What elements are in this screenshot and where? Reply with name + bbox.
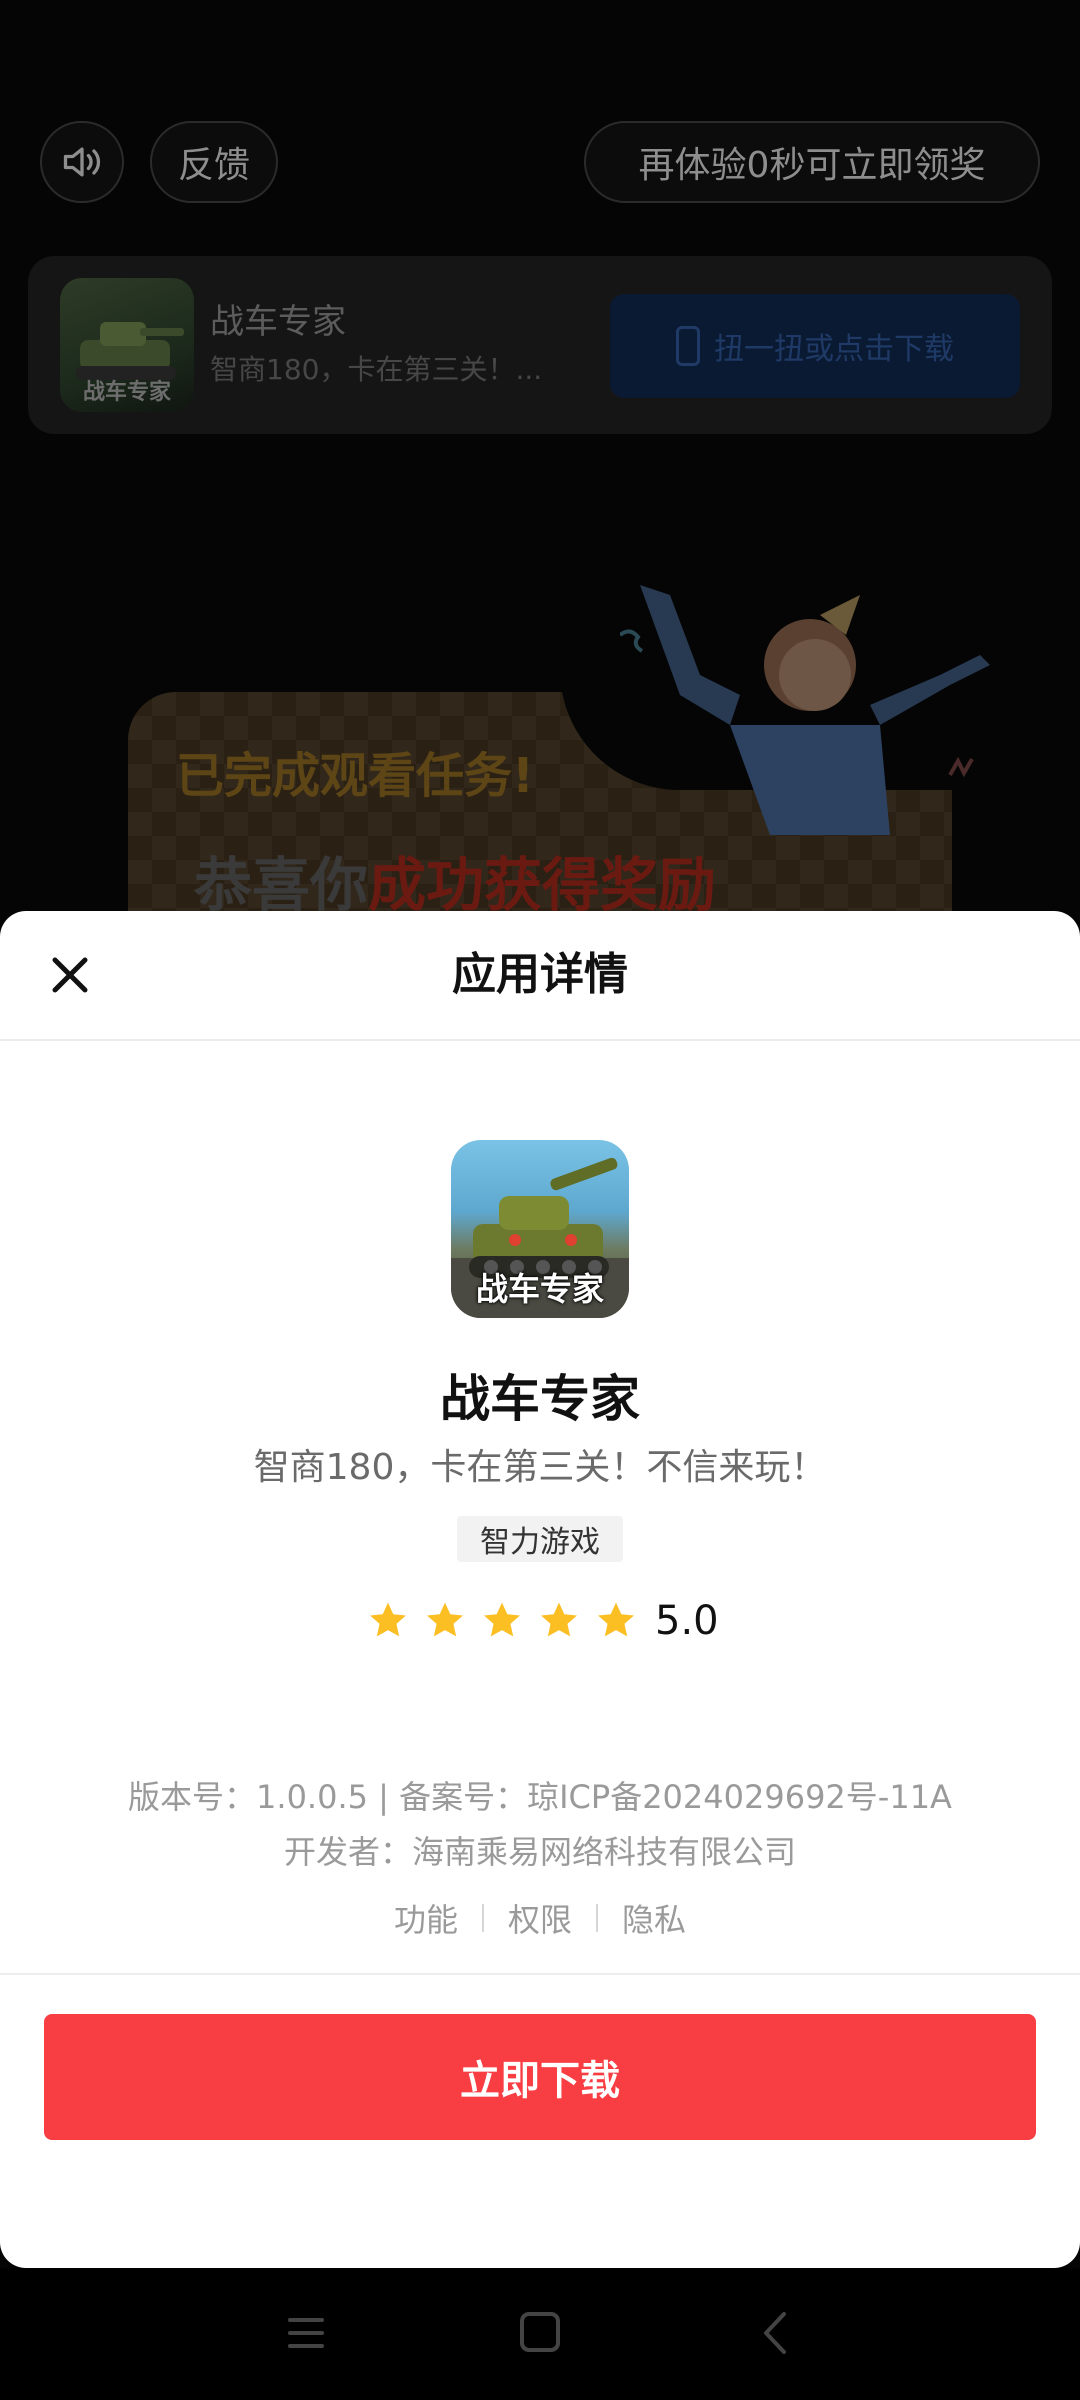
link-divider [481, 1904, 484, 1932]
back-icon[interactable] [746, 2308, 806, 2358]
home-icon[interactable] [510, 2308, 570, 2358]
star-icon [370, 1602, 406, 1637]
version-info: 版本号：1.0.0.5 | 备案号：琼ICP备2024029692号-11A [128, 1778, 952, 1816]
phone-icon [676, 326, 700, 366]
star-icon [484, 1602, 520, 1637]
link-permissions[interactable]: 权限 [508, 1895, 572, 1941]
app-slogan: 智商180，卡在第三关！不信来玩！ [253, 1447, 827, 1488]
banner-congrats-highlight: 成功获得奖励 [368, 851, 717, 919]
app-icon: 战车专家 [451, 1140, 629, 1318]
speaker-icon [63, 147, 101, 177]
star-icon [598, 1602, 634, 1637]
ad-app-icon: 战车专家 [60, 278, 194, 412]
ad-app-title: 战车专家 [210, 302, 346, 342]
sheet-header: 应用详情 [0, 911, 1080, 1041]
link-privacy[interactable]: 隐私 [622, 1895, 686, 1941]
sheet-title: 应用详情 [452, 949, 628, 1000]
app-icon-label: 战车专家 [475, 1270, 604, 1308]
link-features[interactable]: 功能 [394, 1895, 458, 1941]
ad-download-button[interactable]: 扭一扭或点击下载 [610, 294, 1020, 398]
rating-value: 5.0 [655, 1598, 719, 1644]
ad-app-subtitle: 智商180，卡在第三关！... [210, 353, 543, 386]
celebration-illustration [620, 585, 990, 835]
link-divider [596, 1904, 598, 1932]
info-links: 功能 权限 隐私 [0, 1895, 1080, 1941]
sheet-divider [0, 1973, 1080, 1975]
category-tag: 智力游戏 [457, 1516, 623, 1562]
download-button[interactable]: 立即下载 [44, 2014, 1036, 2140]
banner-congrats-text: 恭喜你成功获得奖励 [194, 838, 716, 922]
banner-congrats-prefix: 恭喜你 [194, 851, 369, 919]
ad-download-label: 扭一扭或点击下载 [714, 332, 954, 367]
feedback-button[interactable]: 反馈 [150, 121, 278, 203]
star-icon [427, 1602, 463, 1637]
reward-countdown: 再体验0秒可立即领奖 [584, 121, 1040, 203]
sound-toggle-button[interactable] [40, 121, 124, 203]
app-name: 战车专家 [440, 1370, 640, 1428]
developer-info: 开发者：海南乘易网络科技有限公司 [283, 1833, 796, 1871]
menu-icon[interactable] [276, 2308, 336, 2358]
star-icon [541, 1602, 577, 1637]
rating: 5.0 [366, 1591, 719, 1651]
app-detail-sheet: 应用详情 战车专家 战车专家 智商180，卡在第三关！不信来玩！ 智力游戏 5.… [0, 911, 1080, 2268]
system-nav-bar [0, 2268, 1080, 2400]
ad-card[interactable]: 战车专家 战车专家 智商180，卡在第三关！... 扭一扭或点击下载 [28, 256, 1052, 434]
banner-task-text: 已完成观看任务! [176, 748, 534, 804]
ad-app-icon-label: 战车专家 [82, 380, 171, 405]
